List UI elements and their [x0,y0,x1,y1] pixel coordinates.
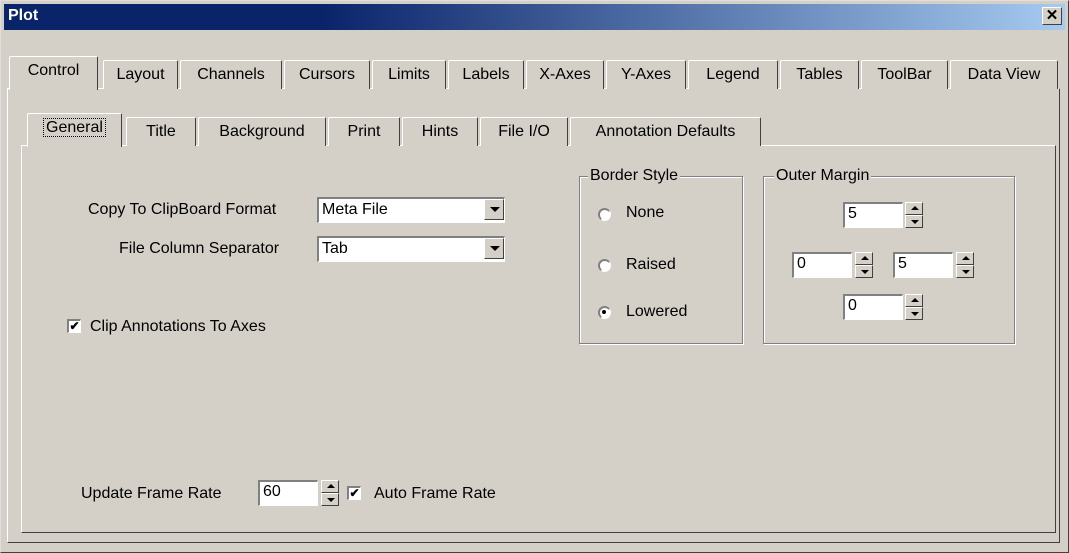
tab-label: Annotation Defaults [595,123,736,140]
tab-labels[interactable]: Labels [448,60,524,89]
clip-annotations-checkbox[interactable]: ✔ [67,319,81,333]
margin-bottom-spinner[interactable] [905,294,923,320]
border-lowered-label[interactable]: Lowered [626,303,687,321]
tab-cursors[interactable]: Cursors [284,60,370,89]
tab-label: Cursors [298,66,355,83]
tab-label: Print [347,123,381,140]
arrow-down-icon [861,270,869,274]
border-none-radio[interactable] [598,208,611,221]
close-icon: ✕ [1045,7,1059,24]
tab-general[interactable]: General [27,113,122,147]
clipboard-format-label: Copy To ClipBoard Format [88,201,277,218]
auto-frame-rate-checkbox[interactable]: ✔ [347,486,361,500]
frame-rate-spinner[interactable] [321,480,339,506]
tab-toolbar[interactable]: ToolBar [861,60,948,89]
tab-label: General [43,118,106,137]
column-separator-value: Tab [322,240,348,257]
margin-right-spinner[interactable] [956,252,974,278]
column-separator-select[interactable]: Tab [317,236,505,262]
arrow-up-icon [962,256,970,260]
dropdown-button[interactable] [484,238,504,259]
tab-annotation-defaults[interactable]: Annotation Defaults [570,117,761,146]
tab-label: Limits [388,66,430,83]
chevron-down-icon [490,246,500,251]
spin-down-button[interactable] [905,307,923,320]
tab-limits[interactable]: Limits [372,60,446,89]
tab-label: Channels [197,66,265,83]
arrow-down-icon [911,220,919,224]
margin-top-spinner[interactable] [905,202,923,228]
title-bar[interactable]: Plot ✕ [4,4,1065,30]
arrow-up-icon [327,484,335,488]
tab-label: Hints [421,123,459,140]
spin-up-button[interactable] [321,480,339,493]
tab-label: Y-Axes [620,66,672,83]
arrow-up-icon [911,206,919,210]
tab-hints[interactable]: Hints [402,117,478,146]
border-lowered-radio[interactable] [598,306,611,319]
tab-label: Legend [706,66,760,83]
tab-file-io[interactable]: File I/O [480,117,568,146]
dropdown-button[interactable] [484,199,504,220]
arrow-up-icon [861,256,869,260]
tab-label: Title [146,123,176,140]
border-none-label[interactable]: None [626,204,664,222]
outer-margin-title: Outer Margin [774,167,872,185]
margin-bottom-input[interactable]: 0 [843,294,903,320]
arrow-down-icon [327,498,335,502]
tab-label: Data View [967,66,1041,83]
tab-legend[interactable]: Legend [688,60,778,89]
tab-label: File I/O [498,123,550,140]
checkmark-icon: ✔ [69,319,80,333]
border-style-title: Border Style [588,167,681,185]
border-raised-label[interactable]: Raised [626,256,676,274]
clipboard-format-value: Meta File [322,201,388,218]
column-separator-label: File Column Separator [119,240,280,257]
margin-top-input[interactable]: 5 [843,202,903,228]
tab-label: ToolBar [877,66,932,83]
spin-down-button[interactable] [855,265,873,278]
spin-down-button[interactable] [905,215,923,228]
spin-up-button[interactable] [956,252,974,265]
close-button[interactable]: ✕ [1042,7,1062,25]
tab-y-axes[interactable]: Y-Axes [606,60,686,89]
checkmark-icon: ✔ [349,486,360,500]
tab-label: Tables [796,66,843,83]
tab-channels[interactable]: Channels [180,60,282,89]
spin-down-button[interactable] [956,265,974,278]
tab-control[interactable]: Control [9,56,98,90]
frame-rate-input[interactable]: 60 [258,480,318,506]
border-raised-radio[interactable] [598,259,611,272]
arrow-up-icon [911,298,919,302]
margin-left-input[interactable]: 0 [792,252,852,278]
tab-background[interactable]: Background [198,117,326,146]
clip-annotations-label[interactable]: Clip Annotations To Axes [90,318,266,336]
spin-up-button[interactable] [905,202,923,215]
spin-up-button[interactable] [905,294,923,307]
spin-down-button[interactable] [321,493,339,506]
window-title: Plot [8,7,39,24]
tab-label: Control [27,62,80,79]
frame-rate-label: Update Frame Rate [81,485,222,502]
radio-selected-dot [602,310,606,314]
tab-tables[interactable]: Tables [780,60,859,89]
tab-label: Layout [116,66,165,83]
margin-left-spinner[interactable] [855,252,873,278]
tab-print[interactable]: Print [328,117,400,146]
margin-right-input[interactable]: 5 [893,252,953,278]
tab-layout[interactable]: Layout [103,60,178,89]
chevron-down-icon [490,207,500,212]
tab-title[interactable]: Title [126,117,196,146]
arrow-down-icon [962,270,970,274]
tab-label: X-Axes [539,66,591,83]
tab-label: Background [219,123,305,140]
tab-x-axes[interactable]: X-Axes [526,60,604,89]
tab-label: Labels [462,66,510,83]
arrow-down-icon [911,312,919,316]
tab-data-view[interactable]: Data View [950,60,1058,89]
spin-up-button[interactable] [855,252,873,265]
auto-frame-rate-label[interactable]: Auto Frame Rate [374,485,496,503]
clipboard-format-select[interactable]: Meta File [317,197,505,223]
